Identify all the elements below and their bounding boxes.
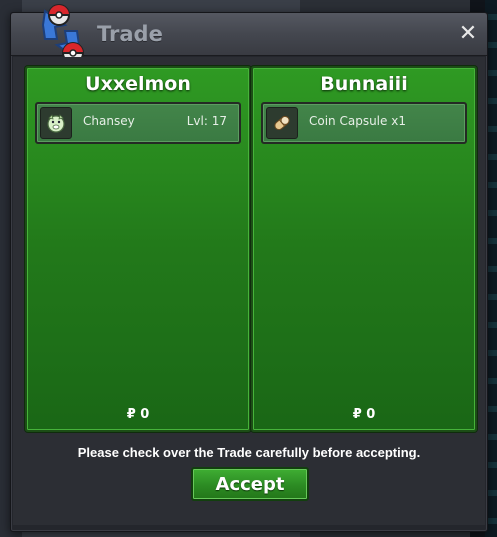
window-title: Trade bbox=[97, 22, 163, 46]
item-name: Coin Capsule x1 bbox=[309, 114, 406, 128]
accept-button[interactable]: Accept bbox=[191, 467, 309, 501]
player-name: Bunnaiii bbox=[320, 73, 408, 95]
offer-item-row[interactable]: Chansey Lvl: 17 bbox=[35, 102, 241, 144]
close-button[interactable]: ✕ bbox=[457, 21, 479, 46]
trade-notice: Please check over the Trade carefully be… bbox=[77, 445, 421, 460]
player-name: Uxxelmon bbox=[85, 73, 191, 95]
offer-item-row[interactable]: Coin Capsule x1 bbox=[261, 102, 467, 144]
item-name: Chansey bbox=[83, 114, 135, 128]
trade-body: Uxxelmon Chansey Lvl: 17 ₽ 0 Bunnaiii Co… bbox=[13, 57, 485, 525]
item-level: Lvl: 17 bbox=[186, 114, 227, 128]
chansey-icon bbox=[40, 107, 72, 139]
trade-window: Trade ✕ Uxxelmon Chansey Lvl: 17 ₽ 0 Bun… bbox=[10, 4, 488, 532]
money-offer: ₽ 0 bbox=[126, 407, 150, 422]
money-offer: ₽ 0 bbox=[352, 407, 376, 422]
player-offer-panel-right: Bunnaiii Coin Capsule x1 ₽ 0 bbox=[251, 66, 477, 432]
coin-capsule-icon bbox=[266, 107, 298, 139]
player-offer-panel-left: Uxxelmon Chansey Lvl: 17 ₽ 0 bbox=[25, 66, 251, 432]
